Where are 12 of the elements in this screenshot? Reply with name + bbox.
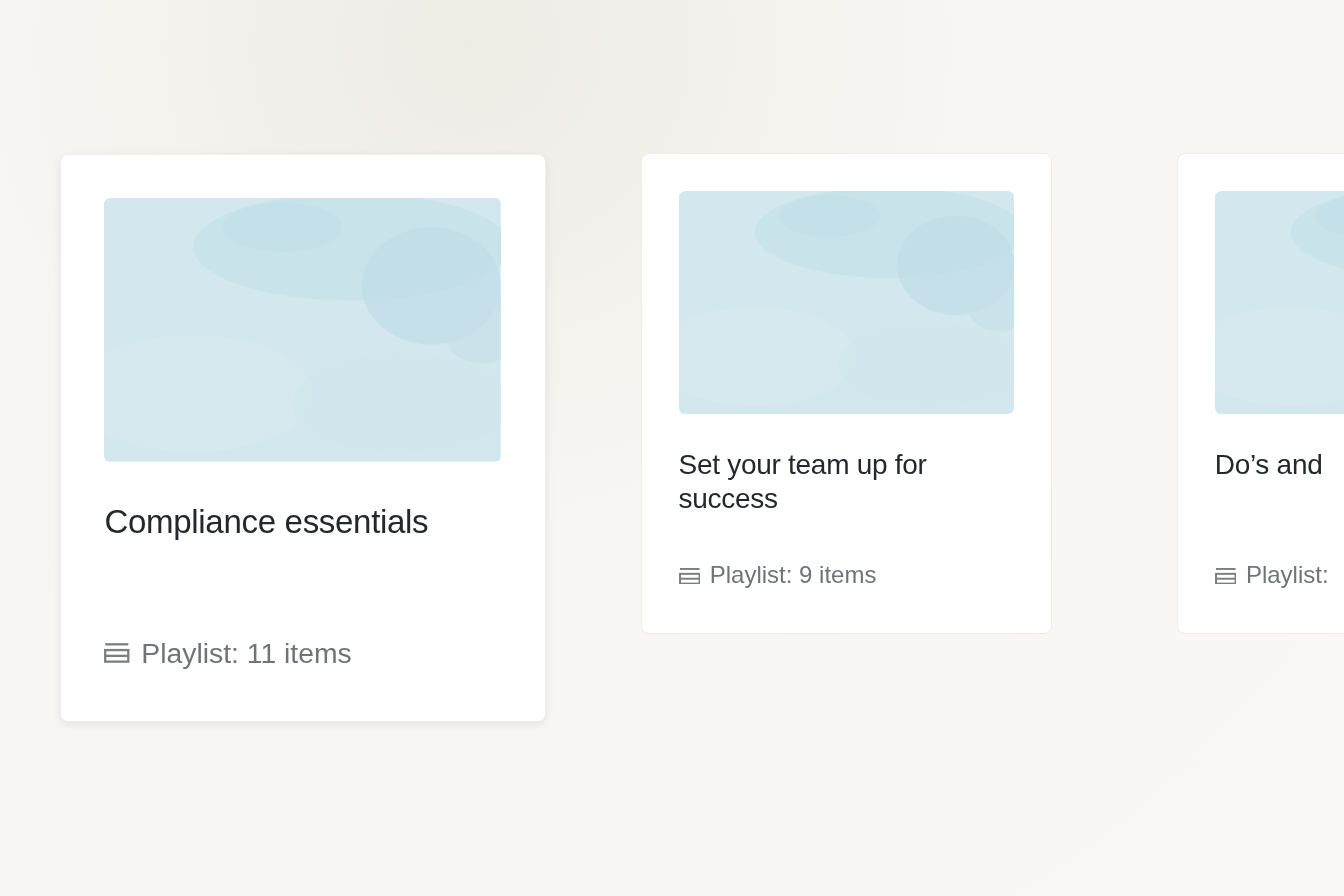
playlist-count: Playlist: 9 items (709, 560, 877, 591)
playlist-card[interactable]: Set your team up for success Playlist: 9 items (640, 153, 1052, 635)
playlist-count: Playlist: 11 items (141, 635, 352, 671)
list-icon (104, 642, 130, 664)
playlist-card[interactable]: Do’s and Playlist: (1176, 153, 1344, 635)
card-title: Do’s and (1214, 447, 1324, 482)
list-icon (678, 566, 701, 585)
playlist-card[interactable]: Compliance essentials Playlist: 11 items (60, 154, 546, 723)
list-icon (1214, 566, 1237, 585)
playlist-count: Playlist: (1245, 560, 1329, 591)
card-title: Compliance essentials (104, 501, 430, 542)
card-title: Set your team up for success (678, 447, 928, 516)
